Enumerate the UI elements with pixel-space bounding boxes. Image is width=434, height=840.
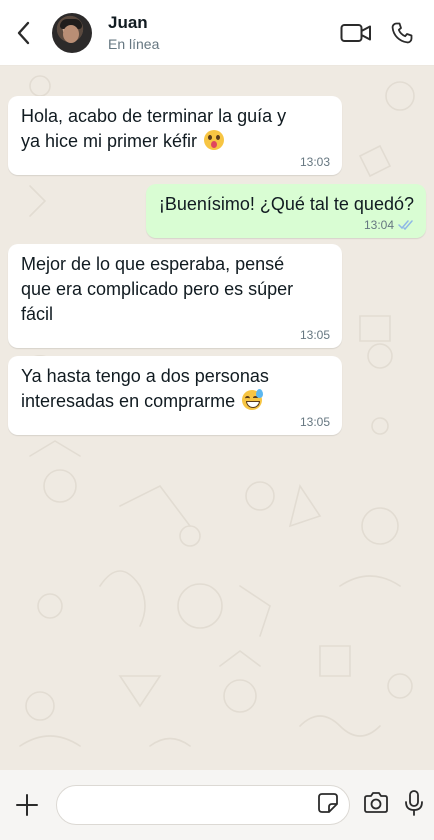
microphone-button[interactable]	[404, 789, 424, 822]
avatar[interactable]	[52, 12, 92, 53]
double-check-icon	[398, 220, 413, 230]
camera-icon	[364, 791, 388, 813]
message-input-container[interactable]	[56, 785, 350, 825]
message-bubble-incoming[interactable]: Hola, acabo de terminar la guía y ya hic…	[8, 96, 342, 175]
message-text: Ya hasta tengo a dos personas interesada…	[21, 366, 269, 411]
video-camera-icon	[340, 23, 371, 42]
chevron-left-icon	[17, 21, 30, 44]
back-button[interactable]	[0, 0, 46, 66]
chat-area[interactable]: Hola, acabo de terminar la guía y ya hic…	[0, 66, 434, 770]
message-bubble-outgoing[interactable]: ¡Buenísimo! ¿Qué tal te quedó? 13:04	[145, 184, 426, 238]
message-time: 13:04	[363, 218, 394, 232]
plus-icon	[16, 794, 38, 816]
message-bubble-incoming[interactable]: Mejor de lo que esperaba, pensé que era …	[8, 244, 342, 348]
message-input[interactable]	[73, 796, 317, 814]
message-time: 13:03	[299, 155, 330, 169]
attach-button[interactable]	[0, 793, 54, 817]
contact-name: Juan	[108, 12, 148, 32]
message-text: Hola, acabo de terminar la guía y ya hic…	[21, 106, 287, 151]
message-time: 13:05	[299, 415, 330, 429]
message-text: Mejor de lo que esperaba, pensé que era …	[21, 254, 294, 324]
camera-button[interactable]	[362, 791, 390, 820]
chat-header: Juan En línea	[0, 0, 434, 66]
contact-info[interactable]: Juan En línea	[108, 13, 159, 53]
sticker-button[interactable]	[317, 792, 339, 819]
astonished-face-emoji	[204, 130, 225, 150]
grinning-sweat-face-emoji	[242, 389, 264, 410]
microphone-icon	[405, 789, 423, 816]
message-composer	[0, 770, 434, 840]
video-call-button[interactable]	[340, 22, 372, 44]
message-text: ¡Buenísimo! ¿Qué tal te quedó?	[158, 194, 414, 214]
sticker-icon	[318, 792, 338, 813]
contact-status: En línea	[108, 35, 160, 52]
phone-icon	[391, 22, 413, 43]
message-time: 13:05	[299, 328, 330, 342]
message-bubble-incoming[interactable]: Ya hasta tengo a dos personas interesada…	[8, 356, 342, 435]
voice-call-button[interactable]	[390, 21, 414, 45]
